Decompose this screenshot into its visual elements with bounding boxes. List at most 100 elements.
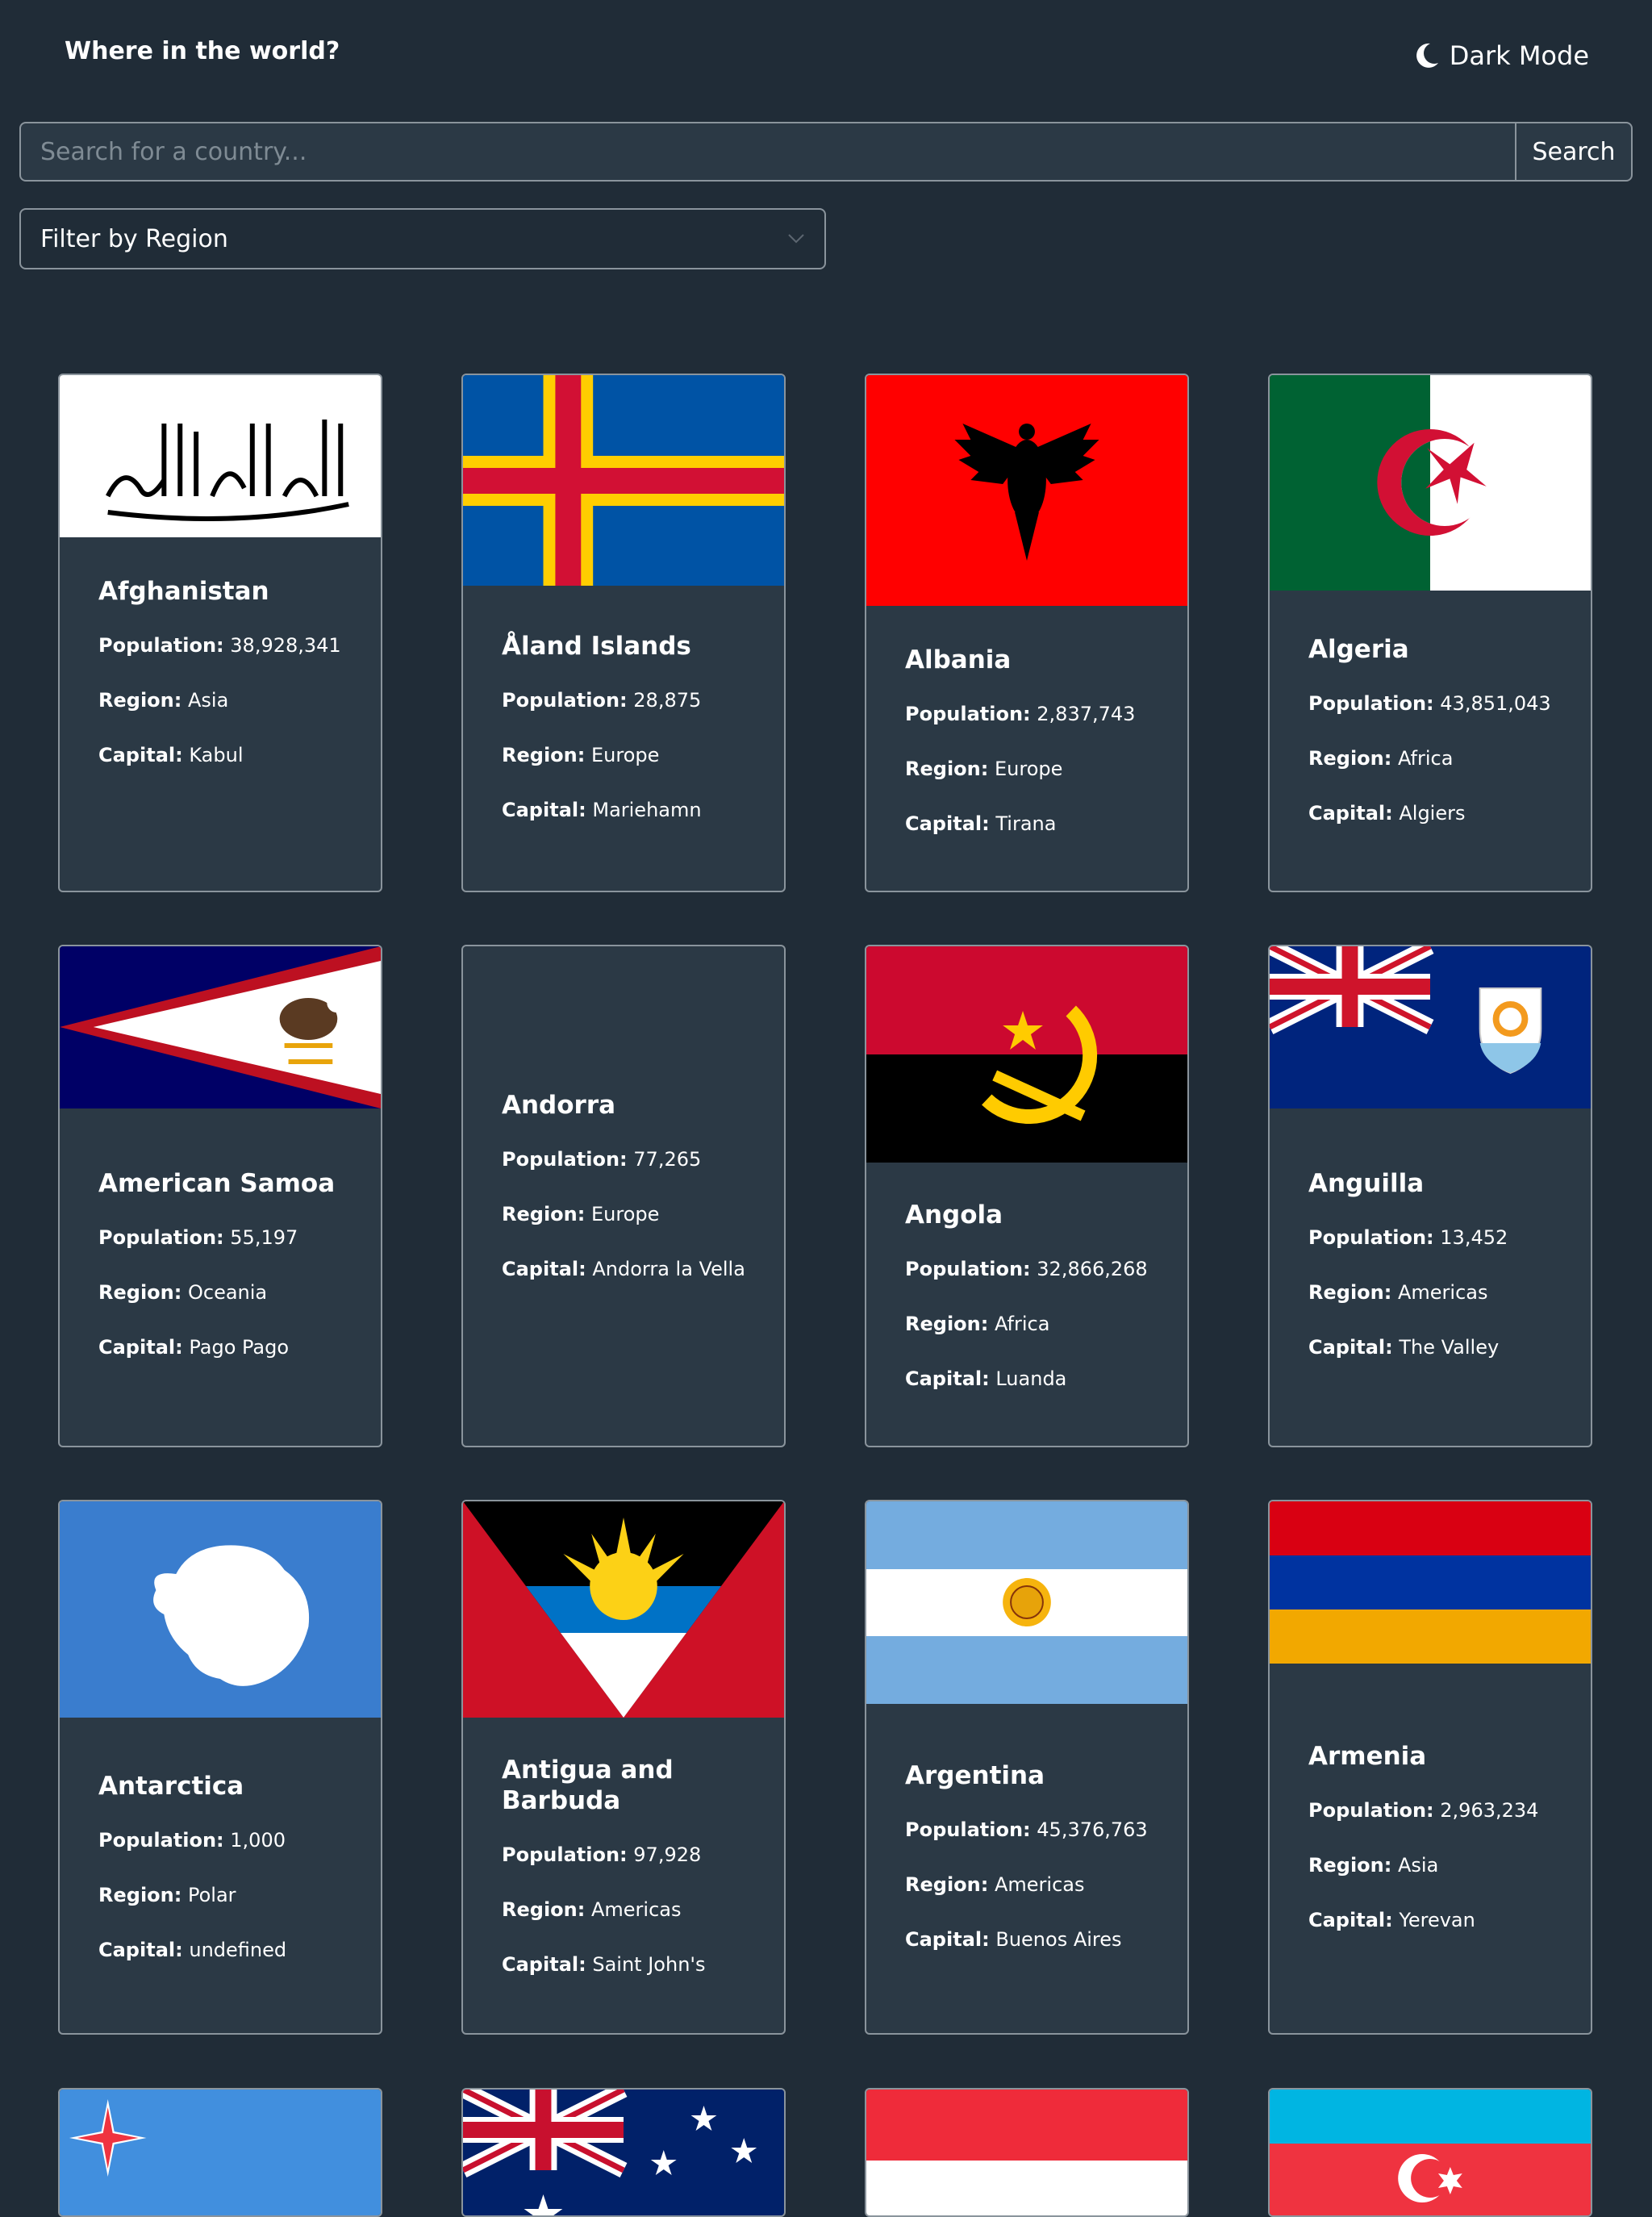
capital-row: Capital: The Valley <box>1308 1333 1552 1362</box>
region-row: Region: Americas <box>502 1895 745 1924</box>
country-card-partial-2[interactable] <box>461 2088 786 2217</box>
region-row: Region: Asia <box>1308 1851 1552 1880</box>
region-value: Americas <box>994 1873 1085 1896</box>
page-header: Where in the world? Dark Mode <box>0 0 1652 113</box>
population-row: Population: 2,837,743 <box>905 699 1149 729</box>
region-label: Region: <box>502 1203 586 1225</box>
region-filter-label: Filter by Region <box>40 224 228 253</box>
population-row: Population: 28,875 <box>502 686 745 715</box>
flag-partial-1 <box>60 2090 381 2215</box>
region-row: Region: Polar <box>98 1881 342 1910</box>
country-name: Anguilla <box>1308 1169 1425 1198</box>
region-label: Region: <box>905 1873 989 1896</box>
population-row: Population: 38,928,341 <box>98 631 342 660</box>
region-value: Americas <box>590 1898 682 1921</box>
dark-mode-toggle[interactable]: Dark Mode <box>1416 40 1589 71</box>
region-label: Region: <box>98 689 182 712</box>
flag-afghanistan <box>60 375 381 537</box>
region-value: Polar <box>187 1884 236 1906</box>
population-label: Population: <box>98 1829 224 1852</box>
population-row: Population: 43,851,043 <box>1308 689 1552 718</box>
population-row: Population: 97,928 <box>502 1840 745 1869</box>
capital-row: Capital: Mariehamn <box>502 795 745 825</box>
capital-value: Andorra la Vella <box>592 1258 745 1280</box>
population-value: 1,000 <box>230 1829 286 1852</box>
population-value: 77,265 <box>633 1148 702 1171</box>
region-value: Europe <box>994 758 1063 780</box>
flag-algeria <box>1270 375 1591 591</box>
region-label: Region: <box>905 1313 989 1335</box>
region-value: Africa <box>994 1313 1050 1335</box>
population-label: Population: <box>1308 692 1434 715</box>
region-value: Europe <box>590 744 660 766</box>
region-filter-select[interactable]: Filter by Region <box>19 208 826 269</box>
country-card-algeria[interactable]: Algeria Population: 43,851,043 Region: A… <box>1268 374 1592 892</box>
dark-mode-label: Dark Mode <box>1449 40 1589 71</box>
population-value: 97,928 <box>633 1843 702 1866</box>
region-row: Region: Europe <box>502 1200 745 1229</box>
population-row: Population: 1,000 <box>98 1826 342 1855</box>
capital-row: Capital: Kabul <box>98 741 342 770</box>
country-card-afghanistan[interactable]: Afghanistan Population: 38,928,341 Regio… <box>58 374 382 892</box>
country-card-antigua-and-barbuda[interactable]: Antigua and Barbuda Population: 97,928 R… <box>461 1500 786 2035</box>
flag-antigua-and-barbuda <box>463 1501 784 1718</box>
population-label: Population: <box>502 1843 628 1866</box>
region-label: Region: <box>98 1281 182 1304</box>
country-card-argentina[interactable]: Argentina Population: 45,376,763 Region:… <box>865 1500 1189 2035</box>
country-card-aland-islands[interactable]: Åland Islands Population: 28,875 Region:… <box>461 374 786 892</box>
country-card-armenia[interactable]: Armenia Population: 2,963,234 Region: As… <box>1268 1500 1592 2035</box>
moon-icon <box>1416 43 1438 68</box>
capital-label: Capital: <box>502 1953 586 1976</box>
region-label: Region: <box>1308 1281 1392 1304</box>
country-card-antarctica[interactable]: Antarctica Population: 1,000 Region: Pol… <box>58 1500 382 2035</box>
flag-partial-3 <box>866 2090 1187 2215</box>
capital-label: Capital: <box>905 1367 990 1390</box>
country-card-partial-3[interactable] <box>865 2088 1189 2217</box>
flag-anguilla <box>1270 946 1591 1108</box>
country-name: Angola <box>905 1200 1003 1230</box>
search-input[interactable] <box>19 122 1515 182</box>
country-card-andorra[interactable]: Andorra Population: 77,265 Region: Europ… <box>461 945 786 1447</box>
population-value: 13,452 <box>1440 1226 1508 1249</box>
region-row: Region: Asia <box>98 686 342 715</box>
region-row: Region: Africa <box>905 1309 1149 1338</box>
capital-value: Buenos Aires <box>995 1928 1122 1951</box>
search-bar: Search <box>19 122 1633 182</box>
country-name: Algeria <box>1308 635 1409 664</box>
region-label: Region: <box>502 744 586 766</box>
capital-label: Capital: <box>98 744 183 766</box>
region-label: Region: <box>1308 1854 1392 1877</box>
population-row: Population: 45,376,763 <box>905 1815 1149 1844</box>
country-name: Armenia <box>1308 1742 1427 1771</box>
country-card-partial-4[interactable] <box>1268 2088 1592 2217</box>
country-card-albania[interactable]: Albania Population: 2,837,743 Region: Eu… <box>865 374 1189 892</box>
country-card-angola[interactable]: Angola Population: 32,866,268 Region: Af… <box>865 945 1189 1447</box>
country-name: Albania <box>905 645 1012 674</box>
capital-row: Capital: Pago Pago <box>98 1333 342 1362</box>
region-row: Region: Europe <box>502 741 745 770</box>
country-card-partial-1[interactable] <box>58 2088 382 2217</box>
capital-value: Algiers <box>1399 802 1466 825</box>
search-button[interactable]: Search <box>1515 122 1633 182</box>
capital-value: Pago Pago <box>189 1336 290 1359</box>
population-value: 2,963,234 <box>1440 1799 1539 1822</box>
country-card-anguilla[interactable]: Anguilla Population: 13,452 Region: Amer… <box>1268 945 1592 1447</box>
region-value: Africa <box>1397 747 1454 770</box>
capital-row: Capital: Yerevan <box>1308 1906 1552 1935</box>
country-name: American Samoa <box>98 1169 336 1198</box>
population-value: 2,837,743 <box>1037 703 1136 725</box>
capital-row: Capital: undefined <box>98 1935 342 1964</box>
population-value: 28,875 <box>633 689 702 712</box>
capital-label: Capital: <box>905 1928 990 1951</box>
population-row: Population: 2,963,234 <box>1308 1796 1552 1825</box>
region-value: Americas <box>1397 1281 1488 1304</box>
country-card-american-samoa[interactable]: American Samoa Population: 55,197 Region… <box>58 945 382 1447</box>
population-value: 43,851,043 <box>1440 692 1551 715</box>
capital-label: Capital: <box>1308 1909 1393 1931</box>
population-value: 38,928,341 <box>230 634 341 657</box>
country-name: Argentina <box>905 1761 1045 1790</box>
capital-row: Capital: Algiers <box>1308 799 1552 828</box>
population-label: Population: <box>502 1148 628 1171</box>
population-label: Population: <box>502 689 628 712</box>
capital-row: Capital: Buenos Aires <box>905 1925 1149 1954</box>
